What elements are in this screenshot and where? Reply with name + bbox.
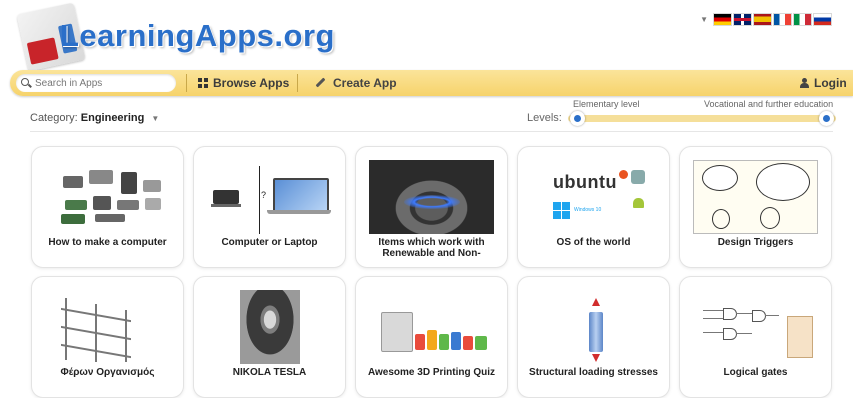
app-card-title: Logical gates: [723, 367, 788, 378]
arrow-down-icon: [592, 354, 600, 362]
logic-gates-thumbnail: [693, 290, 818, 364]
ubuntu-icon: [619, 170, 628, 179]
app-card[interactable]: ? Computer or Laptop: [193, 146, 346, 268]
login-label: Login: [814, 76, 847, 90]
pencil-icon: [315, 77, 326, 88]
search-icon[interactable]: [21, 78, 31, 88]
create-app-label: Create App: [333, 76, 397, 90]
level-min-label: Elementary level: [573, 99, 640, 109]
windows-label: Windows 10: [574, 207, 602, 213]
operating-systems-thumbnail: ubuntu Windows 10: [531, 160, 656, 234]
app-card-title: NIKOLA TESLA: [232, 367, 307, 378]
category-label: Category:: [30, 112, 78, 124]
computer-laptop-thumbnail: ?: [207, 160, 332, 234]
browse-apps-label: Browse Apps: [213, 76, 290, 90]
divider: [30, 131, 833, 132]
question-mark: ?: [261, 190, 267, 200]
android-icon: [633, 198, 644, 208]
level-slider-max-handle[interactable]: [819, 111, 834, 126]
ubuntu-logo-text: ubuntu: [553, 172, 617, 192]
app-card[interactable]: Logical gates: [679, 276, 832, 398]
gas-stove-thumbnail: [369, 160, 494, 234]
flag-it-icon[interactable]: [794, 14, 811, 25]
loading-beam-thumbnail: [531, 290, 656, 364]
app-card-title: Structural loading stresses: [529, 367, 658, 378]
structure-frame-thumbnail: [45, 290, 170, 364]
chevron-down-icon[interactable]: ▼: [151, 114, 159, 123]
caret-down-icon[interactable]: ▼: [700, 15, 708, 24]
user-icon: [799, 78, 809, 88]
cartoon-thumbnail: [693, 160, 818, 234]
app-card[interactable]: Structural loading stresses: [517, 276, 670, 398]
browse-apps-button[interactable]: Browse Apps: [198, 70, 289, 96]
login-button[interactable]: Login: [799, 70, 847, 96]
search-box[interactable]: [16, 74, 176, 92]
app-card-title: OS of the world: [556, 237, 631, 248]
flag-ru-icon[interactable]: [814, 14, 831, 25]
logo[interactable]: LearningApps.org: [16, 2, 334, 72]
grid-icon: [198, 78, 208, 88]
app-card[interactable]: Design Triggers: [679, 146, 832, 268]
level-slider[interactable]: [568, 111, 836, 126]
app-card-title: Awesome 3D Printing Quiz: [367, 367, 496, 378]
portrait-photo: [240, 290, 300, 364]
app-card[interactable]: Φέρων Οργανισμός: [31, 276, 184, 398]
app-card-title: Computer or Laptop: [221, 237, 318, 248]
divider: [186, 74, 187, 92]
search-input[interactable]: [35, 77, 165, 89]
windows-icon: [553, 202, 570, 219]
app-card-title: How to make a computer: [48, 237, 167, 248]
app-card-title: Items which work with Renewable and Non-: [378, 237, 485, 259]
arrow-up-icon: [592, 298, 600, 306]
app-card[interactable]: How to make a computer: [31, 146, 184, 268]
3d-printing-thumbnail: [369, 290, 494, 364]
apple-icon: [631, 170, 645, 184]
divider: [297, 74, 298, 92]
app-card[interactable]: ubuntu Windows 10 OS of the world: [517, 146, 670, 268]
app-card-title: Design Triggers: [717, 237, 794, 248]
category-filter[interactable]: Category: Engineering ▼: [30, 112, 159, 124]
category-value: Engineering: [80, 112, 145, 124]
logo-text: LearningApps.org: [60, 18, 335, 53]
app-card[interactable]: Awesome 3D Printing Quiz: [355, 276, 508, 398]
level-max-label: Vocational and further education: [704, 99, 834, 109]
create-app-button[interactable]: Create App: [315, 70, 397, 96]
flag-de-icon[interactable]: [714, 14, 731, 25]
navbar: Browse Apps Create App Login: [10, 70, 853, 96]
app-card[interactable]: Items which work with Renewable and Non-: [355, 146, 508, 268]
flag-fr-icon[interactable]: [774, 14, 791, 25]
level-slider-min-handle[interactable]: [570, 111, 585, 126]
flag-gb-icon[interactable]: [734, 14, 751, 25]
app-card-title: Φέρων Οργανισμός: [60, 367, 155, 378]
app-card[interactable]: NIKOLA TESLA: [193, 276, 346, 398]
flag-es-icon[interactable]: [754, 14, 771, 25]
language-selector[interactable]: ▼: [700, 14, 831, 25]
computer-parts-thumbnail: [45, 160, 170, 234]
levels-label: Levels:: [527, 112, 562, 124]
